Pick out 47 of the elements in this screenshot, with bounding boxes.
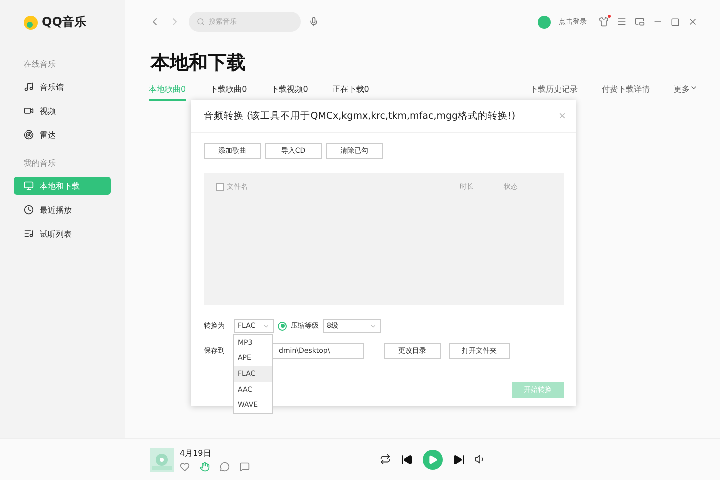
repeat-icon[interactable] xyxy=(380,454,391,465)
mic-icon[interactable] xyxy=(309,17,319,27)
radar-icon xyxy=(24,130,34,140)
chevron-down-icon xyxy=(370,322,377,330)
search-icon xyxy=(197,18,205,26)
more-link[interactable]: 更多 xyxy=(674,84,698,95)
dialog-title: 音频转换 (该工具不用于QMCx,kgmx,krc,tkm,mfac,mgg格式的转换!) xyxy=(204,110,516,122)
header-link[interactable]: 下载历史记录 xyxy=(530,84,578,95)
header-link[interactable]: 付费下载详情 xyxy=(602,84,650,95)
chat-icon[interactable] xyxy=(240,462,250,472)
monitor-icon xyxy=(24,181,34,191)
play-icon xyxy=(428,454,438,464)
close-icon[interactable] xyxy=(688,17,698,27)
section-title: 在线音乐 xyxy=(24,59,57,70)
play-button[interactable] xyxy=(423,450,443,470)
avatar[interactable] xyxy=(538,16,551,28)
sidebar-item[interactable]: 音乐馆 xyxy=(14,78,111,96)
previous-icon[interactable] xyxy=(401,454,413,466)
heart-icon[interactable] xyxy=(180,462,190,472)
section-title: 我的音乐 xyxy=(24,158,57,169)
sidebar-item[interactable]: 视频 xyxy=(14,102,111,120)
tab[interactable]: 下载视频0 xyxy=(271,84,308,101)
sidebar-item[interactable]: 雷达 xyxy=(14,126,111,144)
comment-icon[interactable] xyxy=(220,462,230,472)
next-icon[interactable] xyxy=(453,454,465,466)
sidebar-item[interactable]: 试听列表 xyxy=(14,225,111,243)
song-title: 4月19日 xyxy=(180,448,212,458)
page-title: 本地和下载 xyxy=(151,51,247,76)
music-note-icon xyxy=(24,82,34,92)
menu-icon[interactable] xyxy=(617,17,627,27)
list-icon xyxy=(24,229,34,239)
clock-icon xyxy=(24,205,34,215)
shirt-icon[interactable] xyxy=(599,17,609,27)
chevron-down-icon xyxy=(263,322,270,330)
tab[interactable]: 正在下载0 xyxy=(332,84,370,101)
chevron-down-icon xyxy=(690,84,698,92)
radio-button[interactable] xyxy=(278,322,287,330)
volume-icon[interactable] xyxy=(475,454,486,465)
maximize-icon[interactable] xyxy=(671,18,680,26)
app-logo: QQ音乐 xyxy=(42,14,86,31)
hand-icon[interactable] xyxy=(200,462,210,472)
sidebar-item[interactable]: 最近播放 xyxy=(14,201,111,219)
logo-icon xyxy=(24,16,38,30)
checkbox[interactable] xyxy=(216,183,224,191)
tab[interactable]: 下载歌曲0 xyxy=(210,84,248,101)
mini-mode-icon[interactable] xyxy=(635,17,645,27)
video-camera-icon xyxy=(24,106,34,116)
